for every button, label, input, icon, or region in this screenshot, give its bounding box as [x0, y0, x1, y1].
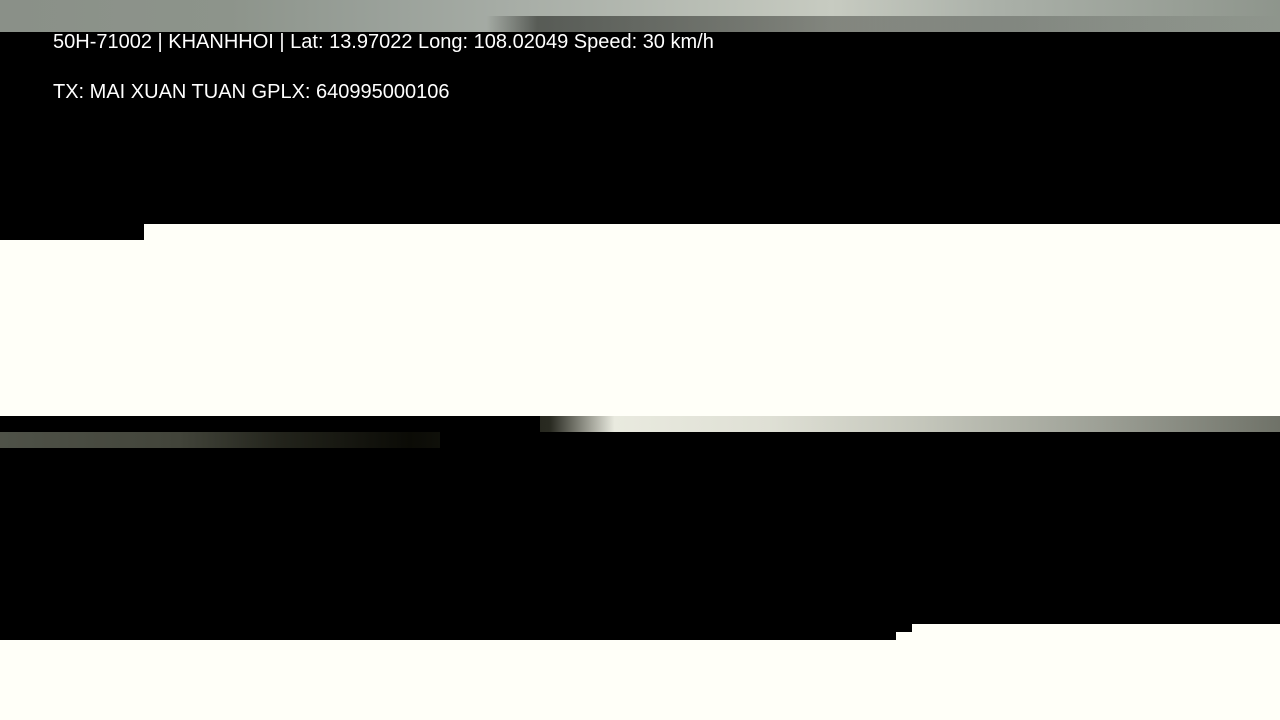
band-edge-notch	[0, 416, 540, 432]
band-edge-notch	[896, 632, 912, 640]
band-edge-notch	[0, 224, 144, 240]
camera-frame: 50H-71002 | KHANHHOI | Lat: 13.97022 Lon…	[0, 0, 1280, 720]
band-edge-notch	[896, 624, 912, 632]
overexposed-band-upper	[0, 224, 1280, 416]
band-edge-notch	[440, 432, 1280, 448]
driver-license-overlay: TX: MAI XUAN TUAN GPLX: 640995000106	[53, 81, 450, 103]
vehicle-gps-overlay: 50H-71002 | KHANHHOI | Lat: 13.97022 Lon…	[53, 31, 714, 53]
band-edge-notch	[128, 224, 144, 232]
band-edge-notch	[0, 624, 912, 640]
